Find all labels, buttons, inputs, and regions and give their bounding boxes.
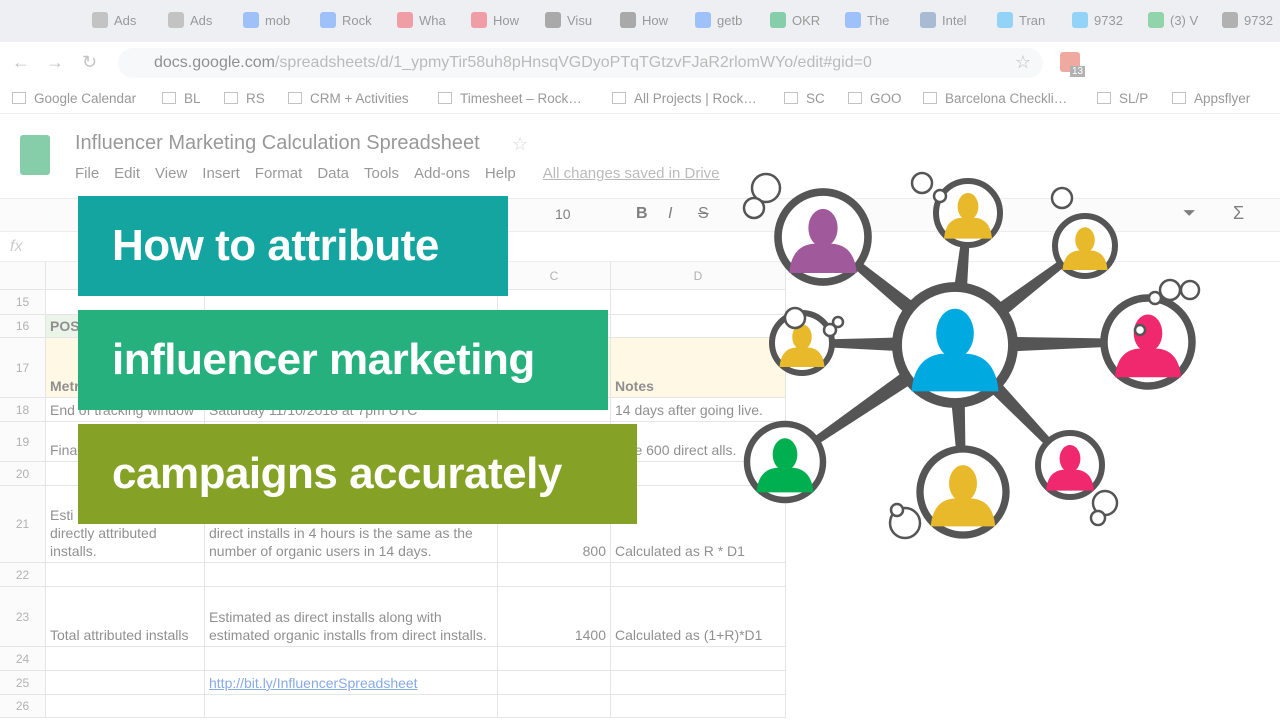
bubble-icon — [1089, 509, 1107, 527]
follower-person-icon-head — [1059, 445, 1081, 473]
bubble-icon — [1147, 290, 1163, 306]
bubble-icon — [1050, 186, 1074, 210]
bubble-icon — [932, 188, 948, 204]
follower-person-icon-head — [1075, 227, 1095, 253]
follower-person-icon-head — [957, 193, 979, 221]
bubble-icon — [783, 306, 807, 330]
bubble-icon — [889, 502, 905, 518]
influencer-network-graphic — [742, 171, 1201, 540]
bubble-icon — [831, 315, 845, 329]
follower-person-icon-head — [808, 208, 838, 248]
bubble-icon — [742, 196, 766, 220]
follower-person-icon-head — [772, 438, 798, 471]
follower-person-icon-head — [949, 465, 977, 502]
bubble-icon — [1133, 323, 1147, 337]
bubble-icon — [1179, 279, 1201, 301]
central-influencer-icon-head — [936, 308, 974, 359]
bubble-icon — [1158, 278, 1182, 302]
bubble-icon — [910, 171, 934, 195]
